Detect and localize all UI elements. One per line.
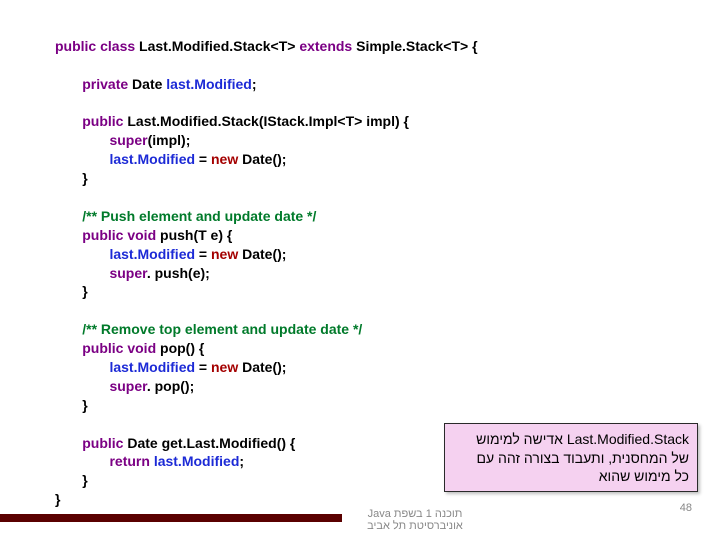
kw: super — [109, 265, 146, 281]
kw: new — [211, 359, 242, 375]
tok: pop() { — [160, 340, 204, 356]
kw: return — [109, 453, 153, 469]
kw: public — [82, 435, 127, 451]
kw: super — [109, 378, 146, 394]
field: last.Modified — [109, 151, 195, 167]
kw: public — [82, 113, 127, 129]
note-line: Last.Modified.Stack אדישה למימוש — [453, 430, 689, 448]
tok: = — [195, 246, 211, 262]
callout-note: Last.Modified.Stack אדישה למימוש של המחס… — [444, 423, 698, 492]
field: last.Modified — [166, 76, 252, 92]
comment: /** Push element and update date */ — [82, 208, 316, 224]
tok: Date(); — [242, 151, 286, 167]
tok: } — [82, 397, 87, 413]
note-line: כל מימוש שהוא — [453, 467, 689, 485]
field: last.Modified — [109, 246, 195, 262]
tok: Last.Modified.Stack<T> — [139, 38, 299, 54]
kw: extends — [299, 38, 356, 54]
kw: super — [109, 132, 147, 148]
tok: ; — [239, 453, 244, 469]
note-ltr: Last.Modified.Stack — [567, 431, 689, 447]
comment: /** Remove top element and update date *… — [82, 321, 362, 337]
tok: Simple.Stack<T> { — [356, 38, 477, 54]
kw: public void — [82, 340, 160, 356]
tok: Last.Modified.Stack(IStack.Impl<T> impl)… — [127, 113, 409, 129]
page-number: 48 — [680, 502, 692, 514]
accent-bar — [0, 514, 342, 522]
tok: Date(); — [242, 246, 286, 262]
kw: public class — [55, 38, 139, 54]
kw: public void — [82, 227, 160, 243]
field: last.Modified — [154, 453, 240, 469]
tok: } — [82, 472, 87, 488]
tok: push(T e) { — [160, 227, 232, 243]
tok: = — [195, 359, 211, 375]
note-rtl: אדישה למימוש — [476, 431, 567, 447]
field: last.Modified — [109, 359, 195, 375]
kw: private — [82, 76, 132, 92]
tok: } — [82, 283, 87, 299]
tok: . pop(); — [147, 378, 194, 394]
tok: Date — [132, 76, 166, 92]
tok: . push(e); — [147, 265, 210, 281]
kw: new — [211, 246, 242, 262]
tok: Date get.Last.Modified() { — [127, 435, 295, 451]
tok: (impl); — [148, 132, 191, 148]
tok: ; — [252, 76, 257, 92]
tok: Date(); — [242, 359, 286, 375]
tok: = — [195, 151, 211, 167]
tok: } — [55, 491, 60, 507]
kw: new — [211, 151, 242, 167]
tok: } — [82, 170, 87, 186]
note-line: של המחסנית, ותעבוד בצורה זהה עם — [453, 449, 689, 467]
